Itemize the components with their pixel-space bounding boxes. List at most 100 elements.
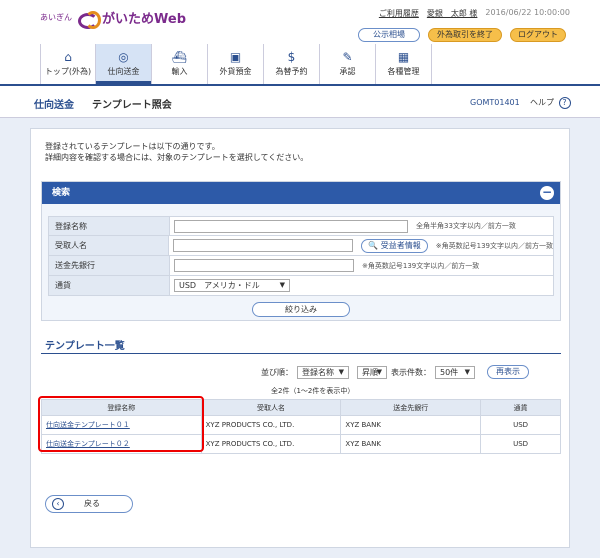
- count-select[interactable]: 50件 ▼: [435, 365, 475, 379]
- bank-input[interactable]: [174, 259, 354, 272]
- nav-label: トップ(外為): [44, 67, 92, 76]
- home-icon: ⌂: [64, 50, 72, 64]
- chevron-down-icon: ▼: [376, 367, 382, 376]
- chevron-down-icon: ▼: [279, 281, 285, 289]
- title-bar: 仕向送金 テンプレート照会 GOMT01401 ヘルプ ?: [0, 84, 600, 118]
- form-row-recipient: 受取人名 🔍 受益者情報 ※角英数記号139文字以内／前方一致: [48, 236, 554, 256]
- filter-button[interactable]: 絞り込み: [252, 302, 350, 317]
- reg-name-input[interactable]: [174, 219, 408, 233]
- main-nav: ⌂ トップ(外為) ◎ 仕向送金 ⛴ 輸入 ▣ 外貨預金 $ 為替予約 ✎ 承認 ▦ 各種管理: [40, 44, 432, 84]
- nav-label: 各種管理: [387, 67, 420, 76]
- field-hint: ※角英数記号139文字以内／前方一致: [362, 261, 480, 270]
- nav-deposit[interactable]: ▣ 外貨預金: [208, 44, 264, 84]
- list-title: テンプレート一覧: [45, 341, 125, 352]
- select-value: 50件: [440, 367, 459, 377]
- result-count: 全2件（1～2件を表示中）: [271, 387, 355, 395]
- column-header: 送金先銀行: [340, 399, 482, 416]
- nav-label: 承認: [339, 67, 356, 76]
- select-value: 登録名称: [302, 367, 334, 377]
- search-title: 検索: [52, 188, 71, 198]
- end-fx-button[interactable]: 外為取引を終了: [428, 28, 502, 42]
- nav-import[interactable]: ⛴ 輸入: [152, 44, 208, 84]
- form-row-currency: 通貨 USD アメリカ・ドル ▼: [48, 276, 554, 296]
- manage-icon: ▦: [397, 50, 410, 64]
- login-timestamp: 2016/06/22 10:00:00: [485, 8, 570, 17]
- nav-label: 輸入: [171, 67, 188, 76]
- remit-icon: ◎: [118, 50, 129, 64]
- collapse-icon[interactable]: −: [540, 186, 554, 200]
- help-icon: ?: [558, 97, 571, 109]
- header-buttons: 公示相場 外為取引を終了 ログアウト: [350, 28, 566, 42]
- bank-cell: XYZ BANK: [340, 415, 482, 435]
- highlight-box: [38, 396, 204, 452]
- intro-line: 詳細内容を確認する場合には、対象のテンプレートを選択してください。: [45, 153, 309, 162]
- deposit-icon: ▣: [229, 50, 242, 64]
- nav-label: 為替予約: [275, 67, 308, 76]
- nav-label: 仕向送金: [107, 67, 140, 76]
- screen-code: GOMT01401: [470, 98, 520, 107]
- form-row-bank: 送金先銀行 ※角英数記号139文字以内／前方一致: [48, 256, 554, 276]
- sort-order-select[interactable]: 昇順 ▼: [357, 365, 387, 379]
- recipient-cell: XYZ PRODUCTS CO., LTD.: [200, 434, 342, 454]
- forex-icon: $: [287, 50, 296, 64]
- logo-text: がいためWeb: [102, 12, 186, 27]
- chevron-down-icon: ▼: [338, 367, 344, 376]
- column-header: 受取人名: [200, 399, 342, 416]
- form-label: 登録名称: [48, 217, 170, 235]
- field-hint: ※角英数記号139文字以内／前方一致: [435, 241, 553, 250]
- reshow-button[interactable]: 再表示: [487, 365, 529, 379]
- logout-button[interactable]: ログアウト: [510, 28, 566, 42]
- recipient-input[interactable]: [173, 239, 354, 252]
- nav-remittance[interactable]: ◎ 仕向送金: [96, 44, 152, 84]
- search-form: 登録名称 全角半角33文字以内／前方一致 受取人名 🔍 受益者情報 ※角英数記号…: [48, 216, 554, 296]
- breadcrumb: 仕向送金: [34, 100, 74, 111]
- currency-select[interactable]: USD アメリカ・ドル ▼: [174, 279, 290, 292]
- logo-small-text: あいぎん: [40, 13, 72, 22]
- ship-icon: ⛴: [171, 50, 188, 64]
- intro-line: 登録されているテンプレートは以下の通りです。: [45, 142, 220, 151]
- header: あいぎん がいためWeb ご利用履歴 愛銀 太郎 様 2016/06/22 10…: [0, 0, 600, 84]
- field-hint: 全角半角33文字以内／前方一致: [416, 222, 516, 230]
- currency-cell: USD: [480, 434, 561, 454]
- nav-label: 外貨預金: [219, 67, 252, 76]
- intro-text: 登録されているテンプレートは以下の通りです。 詳細内容を確認する場合には、対象の…: [45, 141, 308, 163]
- page-title: テンプレート照会: [92, 100, 172, 111]
- approve-icon: ✎: [342, 50, 353, 64]
- search-panel: 検索 − 登録名称 全角半角33文字以内／前方一致 受取人名 🔍 受益者情報 ※…: [41, 181, 561, 321]
- sort-label: 並び順：: [261, 367, 293, 377]
- top-links: ご利用履歴 愛銀 太郎 様 2016/06/22 10:00:00: [371, 8, 570, 19]
- form-row-reg-name: 登録名称 全角半角33文字以内／前方一致: [48, 216, 554, 236]
- chevron-down-icon: ▼: [464, 367, 470, 376]
- sort-field-select[interactable]: 登録名称 ▼: [297, 365, 349, 379]
- main-card: 登録されているテンプレートは以下の通りです。 詳細内容を確認する場合には、対象の…: [30, 128, 570, 548]
- nav-forex[interactable]: $ 為替予約: [264, 44, 320, 84]
- recipient-cell: XYZ PRODUCTS CO., LTD.: [200, 415, 342, 435]
- list-divider: [41, 353, 561, 354]
- count-label: 表示件数：: [391, 367, 431, 377]
- logo-mark-icon: [78, 10, 101, 29]
- search-header: 検索 −: [42, 182, 560, 204]
- back-button[interactable]: ‹ 戻る: [45, 495, 133, 513]
- nav-approve[interactable]: ✎ 承認: [320, 44, 376, 84]
- currency-cell: USD: [480, 415, 561, 435]
- select-value: USD アメリカ・ドル: [179, 281, 260, 290]
- form-label: 送金先銀行: [48, 256, 170, 275]
- help-link[interactable]: ヘルプ ?: [530, 97, 571, 109]
- form-label: 受取人名: [48, 236, 170, 255]
- back-label: 戻る: [84, 499, 100, 508]
- history-link[interactable]: ご利用履歴: [379, 8, 419, 19]
- beneficiary-info-button[interactable]: 🔍 受益者情報: [361, 238, 428, 253]
- sort-bar: 並び順： 登録名称 ▼ 昇順 ▼ 表示件数： 50件 ▼ 再表示: [261, 365, 529, 379]
- market-rate-button[interactable]: 公示相場: [358, 28, 420, 42]
- button-label: 受益者情報: [380, 240, 421, 250]
- user-link[interactable]: 愛銀 太郎 様: [427, 8, 478, 19]
- nav-manage[interactable]: ▦ 各種管理: [376, 44, 432, 84]
- form-label: 通貨: [48, 276, 170, 295]
- logo: あいぎん がいためWeb: [40, 8, 186, 29]
- bank-cell: XYZ BANK: [340, 434, 482, 454]
- nav-top[interactable]: ⌂ トップ(外為): [40, 44, 96, 84]
- select-value: 昇順: [362, 367, 378, 377]
- column-header: 通貨: [480, 399, 561, 416]
- help-label: ヘルプ: [530, 98, 554, 107]
- chevron-left-icon: ‹: [52, 498, 64, 510]
